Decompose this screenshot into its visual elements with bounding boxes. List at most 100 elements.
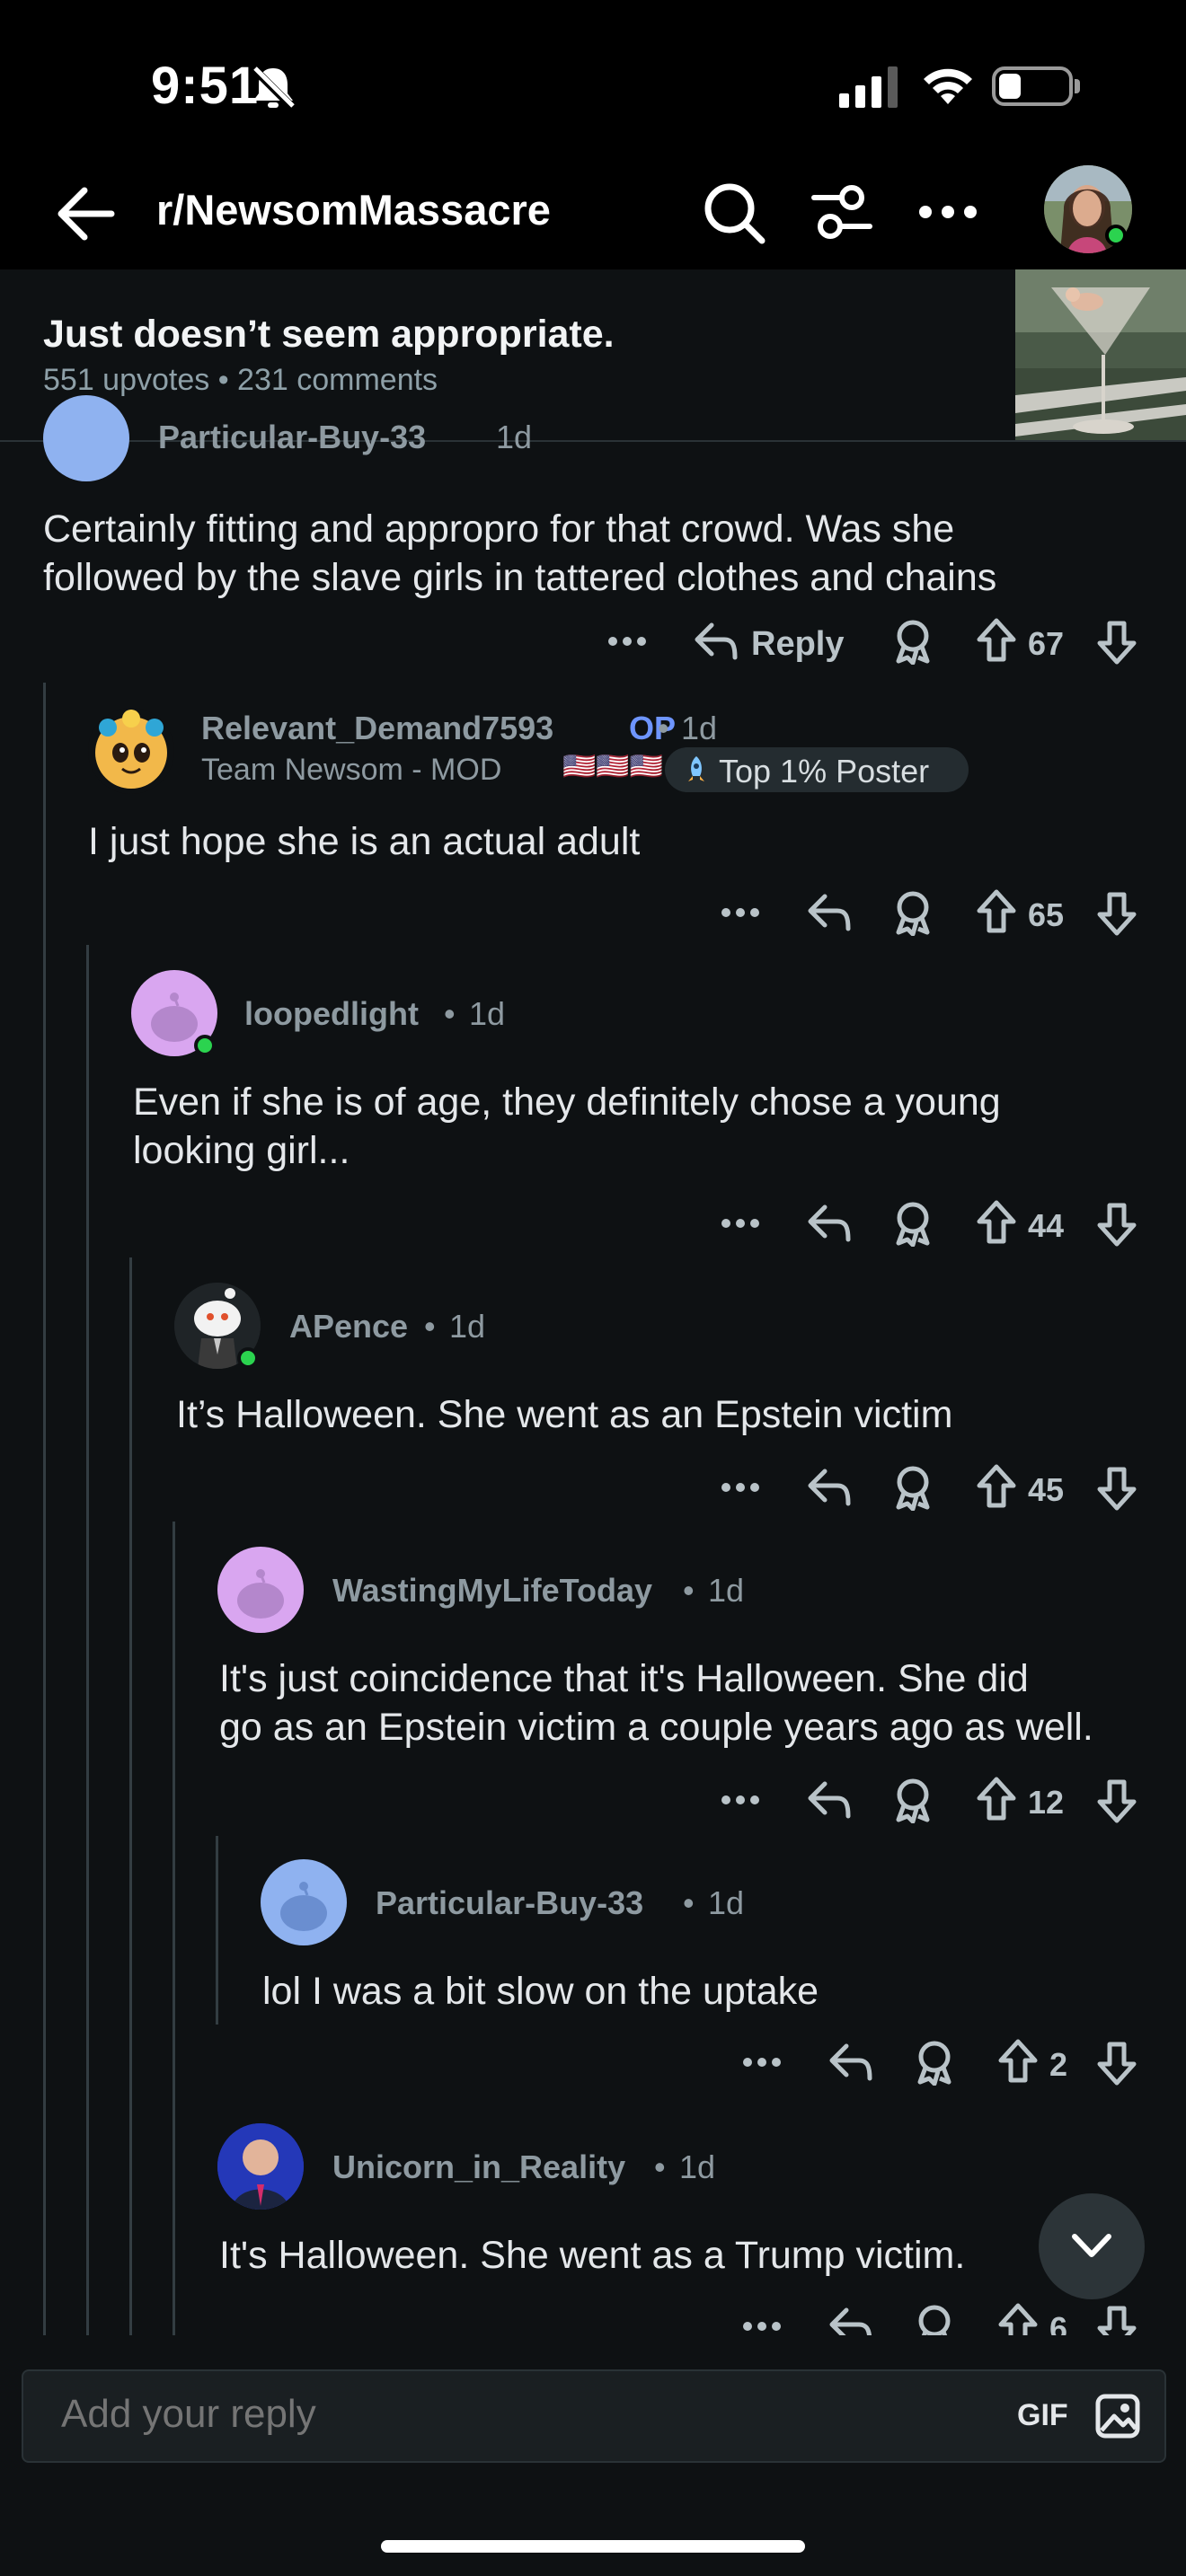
comment-username[interactable]: Particular-Buy-33: [376, 1884, 643, 1922]
upvote-icon[interactable]: [976, 1464, 1017, 1509]
upvote-icon[interactable]: [997, 2039, 1039, 2084]
avatar[interactable]: [217, 1547, 304, 1633]
comment: WastingMyLifeToday • 1d It's just coinci…: [0, 1547, 1186, 1825]
separator-dot: •: [444, 995, 456, 1032]
comment-username[interactable]: WastingMyLifeToday: [332, 1572, 652, 1610]
comment: Unicorn_in_Reality • 1d It's Halloween. …: [0, 2123, 1186, 2335]
comment: loopedlight • 1d Even if she is of age, …: [0, 970, 1186, 1247]
reply-icon[interactable]: [828, 2041, 873, 2082]
downvote-icon[interactable]: [1096, 891, 1137, 936]
downvote-icon[interactable]: [1096, 1202, 1137, 1247]
status-time: 9:51: [151, 57, 260, 115]
search-icon[interactable]: [701, 180, 767, 246]
comment: Particular-Buy-33 • 1d lol I was a bit s…: [0, 1859, 1186, 2093]
separator-dot: •: [683, 1884, 695, 1921]
reply-icon[interactable]: [694, 620, 739, 661]
downvote-icon[interactable]: [1096, 2041, 1137, 2086]
comment-age: 1d: [679, 2148, 716, 2185]
upvote-icon[interactable]: [976, 1777, 1017, 1822]
comment-actions: 2: [742, 2037, 1146, 2091]
avatar[interactable]: [261, 1859, 347, 1945]
avatar[interactable]: [43, 395, 129, 481]
post-title: Just doesn’t seem appropriate.: [43, 313, 615, 356]
award-icon[interactable]: [891, 1777, 934, 1823]
achievement-badge[interactable]: Top 1% Poster: [665, 747, 969, 792]
rocket-badge-icon: [688, 756, 704, 781]
more-options-icon[interactable]: [721, 905, 760, 920]
more-options-icon[interactable]: [721, 1480, 760, 1495]
comment-actions: 6: [742, 2301, 1146, 2335]
bell-slash-icon: [250, 65, 296, 110]
award-icon[interactable]: [891, 1464, 934, 1511]
upvote-icon[interactable]: [976, 889, 1017, 934]
comment-body-line: Even if she is of age, they definitely c…: [133, 1081, 1001, 1124]
jump-to-next-comment-button[interactable]: [1039, 2193, 1145, 2299]
more-options-icon[interactable]: [721, 1793, 760, 1807]
comment-body-line: It's just coincidence that it's Hallowee…: [219, 1657, 1029, 1700]
downvote-icon[interactable]: [1096, 620, 1137, 665]
vote-score: 45: [1028, 1471, 1065, 1508]
comment-actions: Reply 67: [607, 616, 1146, 670]
vote-score: 67: [1028, 625, 1065, 662]
status-bar: 9:51: [0, 0, 1186, 162]
comment-body-line: I just hope she is an actual adult: [88, 820, 641, 863]
downvote-icon[interactable]: [1096, 1778, 1137, 1823]
reply-button[interactable]: Reply: [751, 625, 844, 664]
comment-username[interactable]: loopedlight: [244, 995, 419, 1033]
comment-age: 1d: [708, 1884, 745, 1921]
back-arrow-icon[interactable]: [54, 185, 117, 243]
more-options-icon[interactable]: [721, 1216, 760, 1231]
comment-body-line: looking girl...: [133, 1129, 350, 1172]
gif-button[interactable]: GIF: [1017, 2398, 1068, 2433]
downvote-icon[interactable]: [1096, 2305, 1137, 2335]
upvote-icon[interactable]: [976, 618, 1017, 663]
award-icon[interactable]: [913, 2303, 956, 2335]
wifi-icon: [924, 68, 972, 104]
comment-actions: 45: [721, 1462, 1143, 1516]
vote-score: 12: [1028, 1784, 1065, 1821]
award-icon[interactable]: [913, 2039, 956, 2086]
vote-score: 65: [1028, 896, 1065, 933]
post-thumbnail[interactable]: [1015, 269, 1186, 440]
award-icon[interactable]: [891, 889, 934, 936]
separator-dot: •: [654, 2148, 666, 2185]
comment-username[interactable]: Particular-Buy-33: [158, 419, 426, 456]
reply-icon[interactable]: [807, 1466, 852, 1507]
image-upload-icon[interactable]: [1094, 2393, 1141, 2439]
upvote-icon[interactable]: [976, 1200, 1017, 1245]
avatar[interactable]: [217, 2123, 304, 2210]
more-options-icon[interactable]: [742, 2055, 782, 2069]
reply-icon[interactable]: [828, 2305, 873, 2335]
post-header-banner[interactable]: Just doesn’t seem appropriate. 551 upvot…: [0, 269, 1186, 442]
reply-icon[interactable]: [807, 1202, 852, 1243]
comment: Particular-Buy-33 1d Certainly fitting a…: [0, 395, 1186, 674]
more-options-icon[interactable]: [742, 2319, 782, 2333]
separator-dot: •: [424, 1308, 436, 1345]
separator-dot: •: [683, 1572, 695, 1609]
award-icon[interactable]: [891, 1200, 934, 1247]
post-meta: 551 upvotes • 231 comments: [43, 363, 438, 397]
comment-username[interactable]: APence: [289, 1308, 408, 1345]
reply-icon[interactable]: [807, 891, 852, 932]
award-icon[interactable]: [891, 618, 934, 665]
comment: Relevant_Demand7593 OP • 1d Team Newsom …: [0, 701, 1186, 961]
battery-cap: [1075, 79, 1080, 93]
more-options-icon[interactable]: [918, 201, 978, 223]
reply-input[interactable]: [59, 2391, 872, 2438]
reply-composer: GIF: [0, 2335, 1186, 2576]
comment-username[interactable]: Unicorn_in_Reality: [332, 2148, 625, 2186]
comment-age: 1d: [469, 995, 506, 1032]
upvote-icon[interactable]: [997, 2303, 1039, 2335]
avatar[interactable]: [88, 708, 174, 794]
comment-body-line: It's Halloween. She went as a Trump vict…: [219, 2234, 966, 2277]
reply-icon[interactable]: [807, 1778, 852, 1820]
comment-actions: 44: [721, 1198, 1143, 1252]
sort-filter-icon[interactable]: [809, 180, 875, 246]
more-options-icon[interactable]: [607, 634, 647, 648]
reply-box[interactable]: GIF: [22, 2369, 1166, 2463]
subreddit-name[interactable]: r/NewsomMassacre: [156, 185, 551, 234]
comment-actions: 65: [721, 887, 1143, 941]
vote-score: 6: [1049, 2310, 1068, 2335]
comment-username[interactable]: Relevant_Demand7593: [201, 710, 553, 747]
downvote-icon[interactable]: [1096, 1466, 1137, 1511]
